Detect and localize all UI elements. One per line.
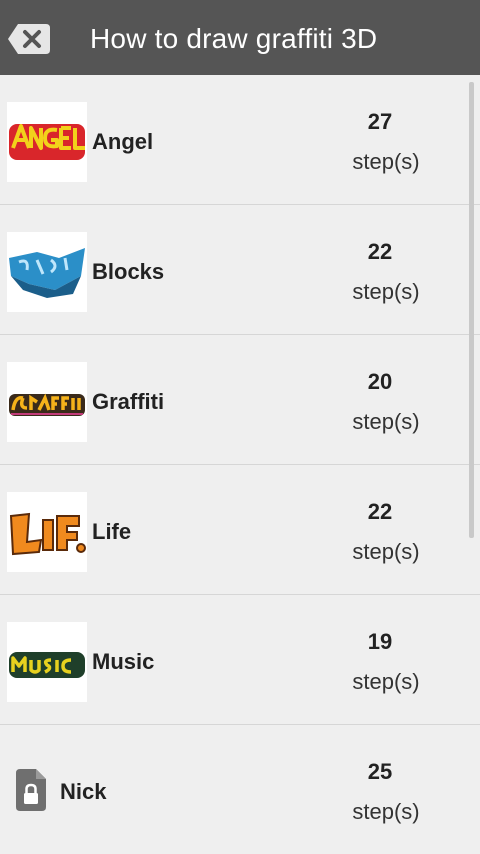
- step-count: 19: [367, 629, 393, 654]
- music-graffiti-thumbnail: [7, 622, 87, 702]
- item-label: Nick: [60, 779, 107, 804]
- page-title: How to draw graffiti 3D: [90, 23, 378, 54]
- step-count: 22: [367, 239, 393, 264]
- list-item-music[interactable]: Music 19 step(s): [0, 595, 480, 725]
- item-label: Life: [92, 519, 132, 544]
- step-unit: step(s): [352, 409, 420, 434]
- angel-graffiti-thumbnail: [7, 102, 87, 182]
- scrollbar[interactable]: [469, 82, 474, 538]
- step-unit: step(s): [352, 539, 420, 564]
- app-header: How to draw graffiti 3D: [0, 0, 480, 75]
- item-label: Graffiti: [92, 389, 165, 414]
- step-unit: step(s): [352, 149, 420, 174]
- step-count: 20: [367, 369, 393, 394]
- list-item-life[interactable]: Life 22 step(s): [0, 465, 480, 595]
- backspace-icon[interactable]: [8, 24, 50, 54]
- locked-file-icon: [16, 769, 46, 811]
- item-label: Angel: [92, 129, 154, 154]
- step-count: 22: [367, 499, 393, 524]
- step-count: 25: [367, 759, 393, 784]
- step-unit: step(s): [352, 279, 420, 304]
- item-label: Blocks: [92, 259, 165, 284]
- item-label: Music: [92, 649, 155, 674]
- graffiti-graffiti-thumbnail: [7, 362, 87, 442]
- step-unit: step(s): [352, 799, 420, 824]
- tutorial-list: Angel 27 step(s) Blocks 22 step(s) Graff…: [0, 75, 480, 854]
- life-graffiti-thumbnail: [7, 492, 87, 572]
- blocks-graffiti-thumbnail: [7, 232, 87, 312]
- step-count: 27: [367, 109, 393, 134]
- list-item-nick[interactable]: Nick 25 step(s): [0, 725, 480, 854]
- list-item-graffiti[interactable]: Graffiti 20 step(s): [0, 335, 480, 465]
- list-item-blocks[interactable]: Blocks 22 step(s): [0, 205, 480, 335]
- step-unit: step(s): [352, 669, 420, 694]
- list-item-angel[interactable]: Angel 27 step(s): [0, 75, 480, 205]
